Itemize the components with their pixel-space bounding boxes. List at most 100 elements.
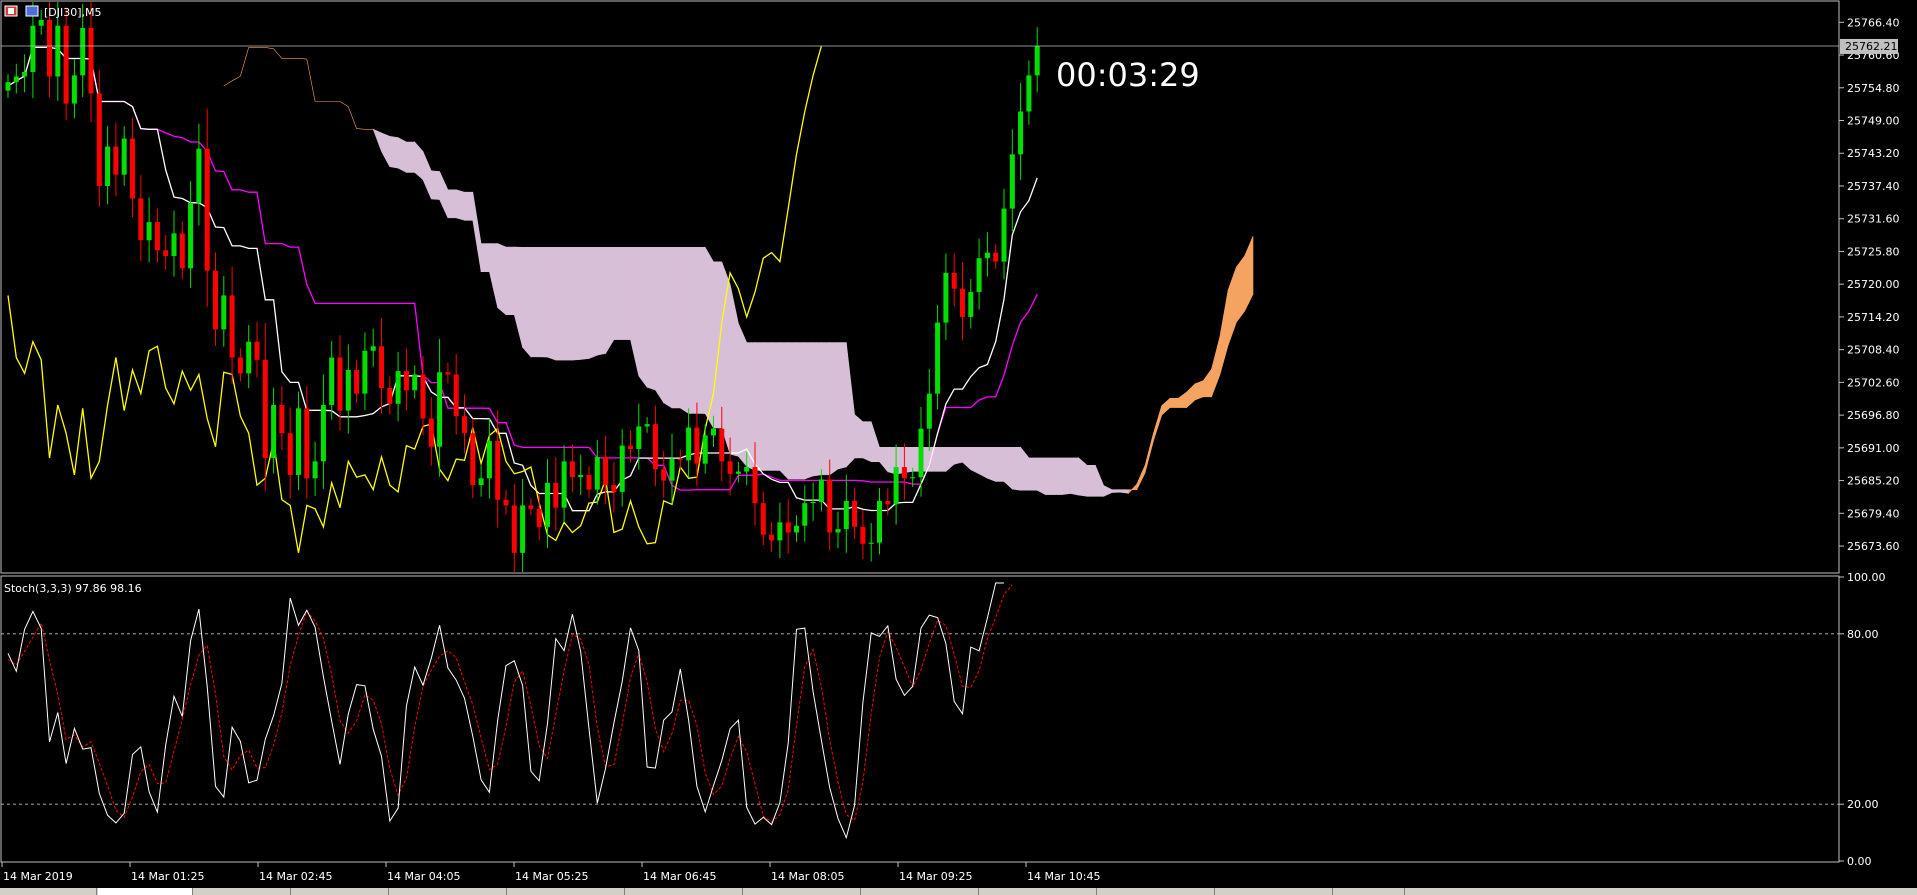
kumo-segment <box>787 342 797 480</box>
kumo-segment <box>406 141 416 173</box>
candle-body <box>71 75 77 104</box>
candle-body <box>993 252 999 262</box>
chart-tab[interactable] <box>390 888 507 895</box>
kumo-segment <box>397 137 407 173</box>
candle-body <box>279 404 285 434</box>
kumo-segment <box>555 246 565 361</box>
time-tick-label: 14 Mar 02:45 <box>259 870 332 883</box>
candle-body <box>146 222 152 241</box>
candle-body <box>918 428 924 478</box>
candle-body <box>943 272 949 323</box>
chart-tab-active[interactable] <box>98 888 193 895</box>
kumo-segment <box>713 261 723 429</box>
candle-body <box>204 148 210 271</box>
candle-body <box>428 418 434 447</box>
kumo-segment <box>854 413 864 459</box>
kumo-segment <box>1011 447 1021 491</box>
bar-countdown-timer: 00:03:29 <box>1056 56 1200 94</box>
kumo-segment <box>779 342 789 480</box>
kumo-segment <box>970 447 980 475</box>
kumo-segment <box>588 246 598 359</box>
candle-body <box>860 526 866 544</box>
candle-body <box>893 467 899 505</box>
kumo-segment <box>978 447 988 479</box>
kumo-segment <box>1053 457 1063 495</box>
candle-body <box>636 426 642 449</box>
chart-tab[interactable] <box>0 888 97 895</box>
chart-tab[interactable] <box>1098 888 1215 895</box>
kumo-segment <box>596 246 606 356</box>
kumo-segment <box>1028 457 1038 491</box>
chart-tab[interactable] <box>862 888 979 895</box>
chart-tab[interactable] <box>980 888 1097 895</box>
kumo-segment <box>821 342 831 476</box>
chart-window-icon-inner <box>8 8 14 14</box>
candle-body <box>470 433 476 486</box>
chart-tab[interactable] <box>292 888 389 895</box>
candle-body <box>735 471 741 474</box>
candle-body <box>486 441 492 479</box>
stoch-tick-label: 0.00 <box>1847 855 1872 868</box>
chart-tab[interactable] <box>626 888 743 895</box>
candle-body <box>644 424 650 427</box>
candle-body <box>868 542 874 544</box>
candle-body <box>387 388 393 404</box>
candle-body <box>138 198 144 241</box>
trading-chart[interactable]: 25766.4025760.6025754.8025749.0025743.20… <box>0 0 1917 895</box>
candle-body <box>578 474 584 478</box>
candle-body <box>901 467 907 479</box>
candle-body <box>843 500 849 530</box>
price-tick-label: 25725.80 <box>1847 245 1900 258</box>
kumo-segment <box>572 246 582 361</box>
candle-body <box>462 416 467 434</box>
candle-body <box>478 478 484 486</box>
chart-tab[interactable] <box>1216 888 1333 895</box>
price-tick-label: 25749.00 <box>1847 115 1900 128</box>
kumo-segment <box>862 421 872 463</box>
kumo-segment <box>430 170 440 200</box>
candle-body <box>171 233 177 256</box>
kumo-segment <box>688 246 698 414</box>
kumo-segment <box>953 447 963 465</box>
kumo-segment <box>580 246 590 360</box>
candle-body <box>569 461 575 478</box>
candle-body <box>794 525 799 533</box>
candle-body <box>1026 75 1032 112</box>
time-tick-label: 14 Mar 05:25 <box>515 870 588 883</box>
price-tick-label: 25766.40 <box>1847 16 1900 29</box>
candle-body <box>196 148 202 203</box>
candle-body <box>727 461 733 474</box>
chart-tab[interactable] <box>194 888 291 895</box>
chart-tab[interactable] <box>508 888 625 895</box>
time-tick-label: 14 Mar 06:45 <box>643 870 716 883</box>
chart-tab[interactable] <box>1334 888 1405 895</box>
candle-body <box>229 295 235 358</box>
time-tick-label: 14 Mar 09:25 <box>899 870 972 883</box>
kumo-segment <box>505 246 515 316</box>
time-tick-label: 14 Mar 04:05 <box>387 870 460 883</box>
candle-body <box>536 508 542 527</box>
kumo-segment <box>464 191 474 221</box>
symbol-flag-icon[interactable] <box>25 5 39 17</box>
candle-body <box>511 505 517 553</box>
kumo-segment <box>804 342 814 480</box>
candle-body <box>520 505 526 553</box>
candle-body <box>63 25 69 104</box>
candle-body <box>445 372 451 375</box>
candle-body <box>337 357 343 411</box>
kumo-segment <box>646 246 656 391</box>
candle-body <box>213 270 218 330</box>
price-tick-label: 25754.80 <box>1847 82 1900 95</box>
candle-body <box>1009 154 1015 209</box>
candle-body <box>719 428 725 462</box>
candle-body <box>246 341 252 374</box>
candle-body <box>677 459 683 461</box>
candle-body <box>619 445 625 492</box>
chart-tab[interactable] <box>744 888 861 895</box>
kumo-segment <box>995 447 1005 482</box>
candle-body <box>345 369 351 411</box>
candle-body <box>5 82 11 91</box>
candle-body <box>362 350 368 394</box>
stoch-tick-label: 20.00 <box>1847 798 1879 811</box>
kumo-segment <box>538 246 548 358</box>
